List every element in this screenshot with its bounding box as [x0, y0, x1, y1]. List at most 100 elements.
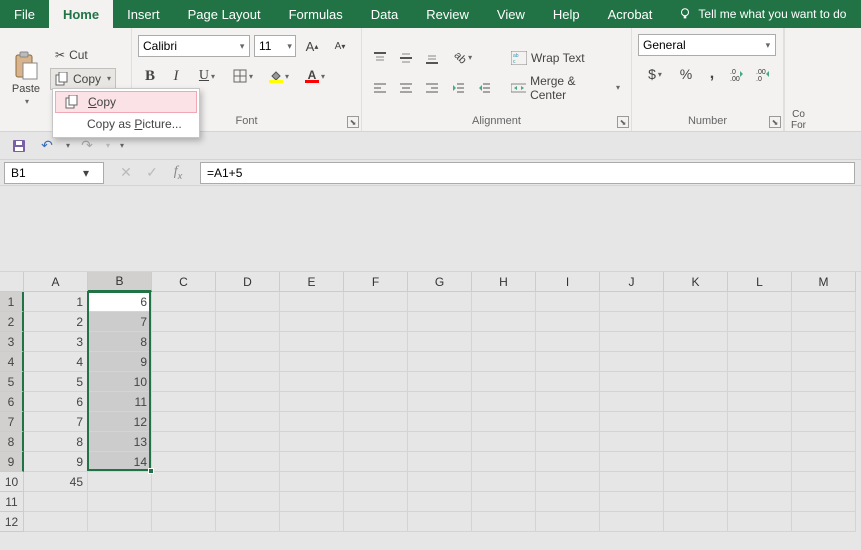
cell-I10[interactable]	[536, 472, 600, 492]
cell-F5[interactable]	[344, 372, 408, 392]
decrease-font-button[interactable]: A▾	[328, 34, 352, 58]
cell-G4[interactable]	[408, 352, 472, 372]
cell-H6[interactable]	[472, 392, 536, 412]
cell-B3[interactable]: 8	[88, 332, 152, 352]
cell-F8[interactable]	[344, 432, 408, 452]
cell-C8[interactable]	[152, 432, 216, 452]
undo-dropdown[interactable]: ▾	[66, 141, 70, 150]
cell-J10[interactable]	[600, 472, 664, 492]
row-header-12[interactable]: 12	[0, 512, 24, 532]
increase-indent-button[interactable]	[472, 76, 496, 100]
cell-A9[interactable]: 9	[24, 452, 88, 472]
cell-F4[interactable]	[344, 352, 408, 372]
cell-L2[interactable]	[728, 312, 792, 332]
cell-G11[interactable]	[408, 492, 472, 512]
cell-C5[interactable]	[152, 372, 216, 392]
alignment-dialog-launcher[interactable]: ⬊	[617, 116, 629, 128]
cell-K3[interactable]	[664, 332, 728, 352]
cell-M4[interactable]	[792, 352, 856, 372]
cell-D5[interactable]	[216, 372, 280, 392]
qat-customize[interactable]: ▾	[120, 141, 124, 150]
cell-C9[interactable]	[152, 452, 216, 472]
cell-L1[interactable]	[728, 292, 792, 312]
cell-J5[interactable]	[600, 372, 664, 392]
column-header-B[interactable]: B	[88, 272, 152, 292]
cell-A5[interactable]: 5	[24, 372, 88, 392]
cell-H4[interactable]	[472, 352, 536, 372]
cell-E3[interactable]	[280, 332, 344, 352]
font-dialog-launcher[interactable]: ⬊	[347, 116, 359, 128]
cell-E2[interactable]	[280, 312, 344, 332]
cell-A2[interactable]: 2	[24, 312, 88, 332]
cell-L4[interactable]	[728, 352, 792, 372]
cell-L8[interactable]	[728, 432, 792, 452]
cut-button[interactable]: ✂ Cut	[50, 44, 116, 66]
cell-J6[interactable]	[600, 392, 664, 412]
cell-H7[interactable]	[472, 412, 536, 432]
column-header-A[interactable]: A	[24, 272, 88, 292]
cell-I8[interactable]	[536, 432, 600, 452]
cell-I1[interactable]	[536, 292, 600, 312]
cell-A11[interactable]	[24, 492, 88, 512]
comma-button[interactable]: ,	[700, 62, 724, 86]
select-all-corner[interactable]	[0, 272, 24, 292]
cell-I3[interactable]	[536, 332, 600, 352]
cell-G12[interactable]	[408, 512, 472, 532]
cell-H8[interactable]	[472, 432, 536, 452]
tab-review[interactable]: Review	[412, 0, 483, 28]
decrease-indent-button[interactable]	[446, 76, 470, 100]
font-color-button[interactable]: A ▾	[298, 64, 332, 88]
cell-F3[interactable]	[344, 332, 408, 352]
cell-C4[interactable]	[152, 352, 216, 372]
cell-J3[interactable]	[600, 332, 664, 352]
decrease-decimal-button[interactable]: .00.0	[752, 62, 776, 86]
cell-D12[interactable]	[216, 512, 280, 532]
cell-G1[interactable]	[408, 292, 472, 312]
borders-button[interactable]: ▾	[226, 64, 260, 88]
cell-E1[interactable]	[280, 292, 344, 312]
font-size-combo[interactable]: ▾	[254, 35, 296, 57]
row-header-11[interactable]: 11	[0, 492, 24, 512]
cell-A1[interactable]: 1	[24, 292, 88, 312]
cell-E10[interactable]	[280, 472, 344, 492]
cell-B5[interactable]: 10	[88, 372, 152, 392]
align-center-button[interactable]	[394, 76, 418, 100]
cell-B2[interactable]: 7	[88, 312, 152, 332]
cell-H3[interactable]	[472, 332, 536, 352]
chevron-down-icon[interactable]: ▾	[235, 41, 249, 52]
cell-K7[interactable]	[664, 412, 728, 432]
cell-J7[interactable]	[600, 412, 664, 432]
number-format-combo[interactable]: ▾	[638, 34, 776, 56]
cell-L9[interactable]	[728, 452, 792, 472]
cell-E12[interactable]	[280, 512, 344, 532]
cell-H11[interactable]	[472, 492, 536, 512]
cell-D9[interactable]	[216, 452, 280, 472]
cell-C12[interactable]	[152, 512, 216, 532]
cell-G6[interactable]	[408, 392, 472, 412]
cell-L5[interactable]	[728, 372, 792, 392]
save-button[interactable]	[8, 135, 30, 157]
tab-file[interactable]: File	[0, 0, 49, 28]
cell-M2[interactable]	[792, 312, 856, 332]
cell-G7[interactable]	[408, 412, 472, 432]
cell-D11[interactable]	[216, 492, 280, 512]
cell-D6[interactable]	[216, 392, 280, 412]
cell-K2[interactable]	[664, 312, 728, 332]
cell-E5[interactable]	[280, 372, 344, 392]
paste-button[interactable]: Paste ▾	[6, 32, 46, 125]
cell-F1[interactable]	[344, 292, 408, 312]
cell-I7[interactable]	[536, 412, 600, 432]
chevron-down-icon[interactable]: ▾	[284, 41, 295, 52]
font-name-input[interactable]	[139, 39, 235, 53]
cell-M10[interactable]	[792, 472, 856, 492]
column-header-J[interactable]: J	[600, 272, 664, 292]
cell-I6[interactable]	[536, 392, 600, 412]
underline-button[interactable]: U▾	[190, 64, 224, 88]
cell-E9[interactable]	[280, 452, 344, 472]
cell-M9[interactable]	[792, 452, 856, 472]
cell-F7[interactable]	[344, 412, 408, 432]
cell-J12[interactable]	[600, 512, 664, 532]
cell-I12[interactable]	[536, 512, 600, 532]
cell-J1[interactable]	[600, 292, 664, 312]
cancel-formula-button[interactable]: ✕	[114, 161, 138, 185]
